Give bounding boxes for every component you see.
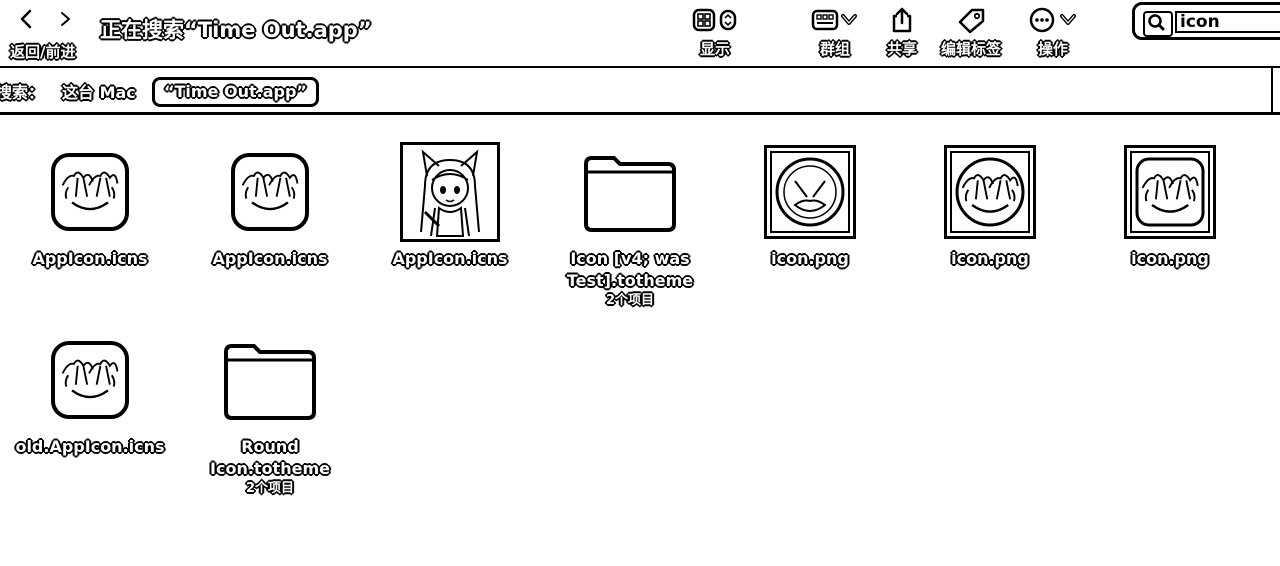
group-icon [811,9,857,31]
palm-square-image [1124,145,1216,239]
divider [1271,68,1273,112]
folder-name: Round Icon.totheme [210,437,330,478]
ellipsis-circle-icon [1029,7,1076,33]
file-name: AppIcon.icns [212,249,328,268]
file-name: AppIcon.icns [32,249,148,268]
scope-this-mac-button[interactable]: 这台 Mac [62,79,136,103]
magnifier-icon [1143,11,1173,37]
nav-label: 返回/前进 [10,43,76,61]
chevron-right-icon [61,12,70,26]
palm-app-icon [51,153,129,231]
share-label: 共享 [886,40,917,58]
file-item[interactable]: AppIcon.icns [10,140,170,270]
scope-app-button[interactable]: “Time Out.app” [152,77,319,107]
folder-name: Icon [v4; was Test].totheme [566,249,694,290]
search-scope-bar: 搜索： 这台 Mac “Time Out.app” [0,68,1280,115]
file-name: icon.png [1131,249,1209,268]
item-count: 2个项目 [605,293,655,308]
forward-button[interactable] [54,8,76,30]
file-item[interactable]: AppIcon.icns [370,140,530,270]
toolbar: 返回/前进 正在搜索“Time Out.app” 显示 群组 共享 编辑标签 操… [0,0,1280,68]
tag-icon [958,8,985,33]
face-circle-image [764,145,856,239]
search-input[interactable] [1175,11,1280,33]
file-name: icon.png [771,249,849,268]
file-item[interactable]: old.AppIcon.icns [10,328,170,458]
file-name: icon.png [951,249,1029,268]
palm-app-icon [51,341,129,419]
grid-view-icon [692,8,737,32]
window-title: 正在搜索“Time Out.app” [100,18,372,42]
palm-app-icon [231,153,309,231]
folder-item[interactable]: Icon [v4; was Test].totheme 2个项目 [550,140,710,310]
chevron-left-icon [19,8,33,30]
file-item[interactable]: icon.png [910,140,1070,270]
file-name: AppIcon.icns [392,249,508,268]
file-item[interactable]: icon.png [730,140,890,270]
item-count: 2个项目 [245,481,295,496]
action-label: 操作 [1037,40,1068,58]
search-field[interactable] [1132,2,1280,40]
scope-label: 搜索： [0,83,45,102]
anime-girl-image [400,142,500,242]
share-icon [892,7,912,33]
folder-icon [224,344,316,420]
back-button[interactable] [16,8,38,30]
share-button[interactable]: 共享 [880,6,924,59]
view-label: 显示 [699,40,730,58]
edit-tags-button[interactable]: 编辑标签 [936,6,1006,59]
folder-icon [584,156,676,232]
group-label: 群组 [819,40,850,58]
folder-item[interactable]: Round Icon.totheme 2个项目 [190,328,350,498]
group-button[interactable]: 群组 [810,6,860,59]
file-item[interactable]: AppIcon.icns [190,140,350,270]
action-button[interactable]: 操作 [1026,6,1080,59]
file-name: old.AppIcon.icns [15,437,165,456]
palm-circle-image [944,145,1036,239]
edit-tags-label: 编辑标签 [940,40,1001,58]
file-item[interactable]: icon.png [1090,140,1250,270]
view-button[interactable]: 显示 [690,6,740,59]
